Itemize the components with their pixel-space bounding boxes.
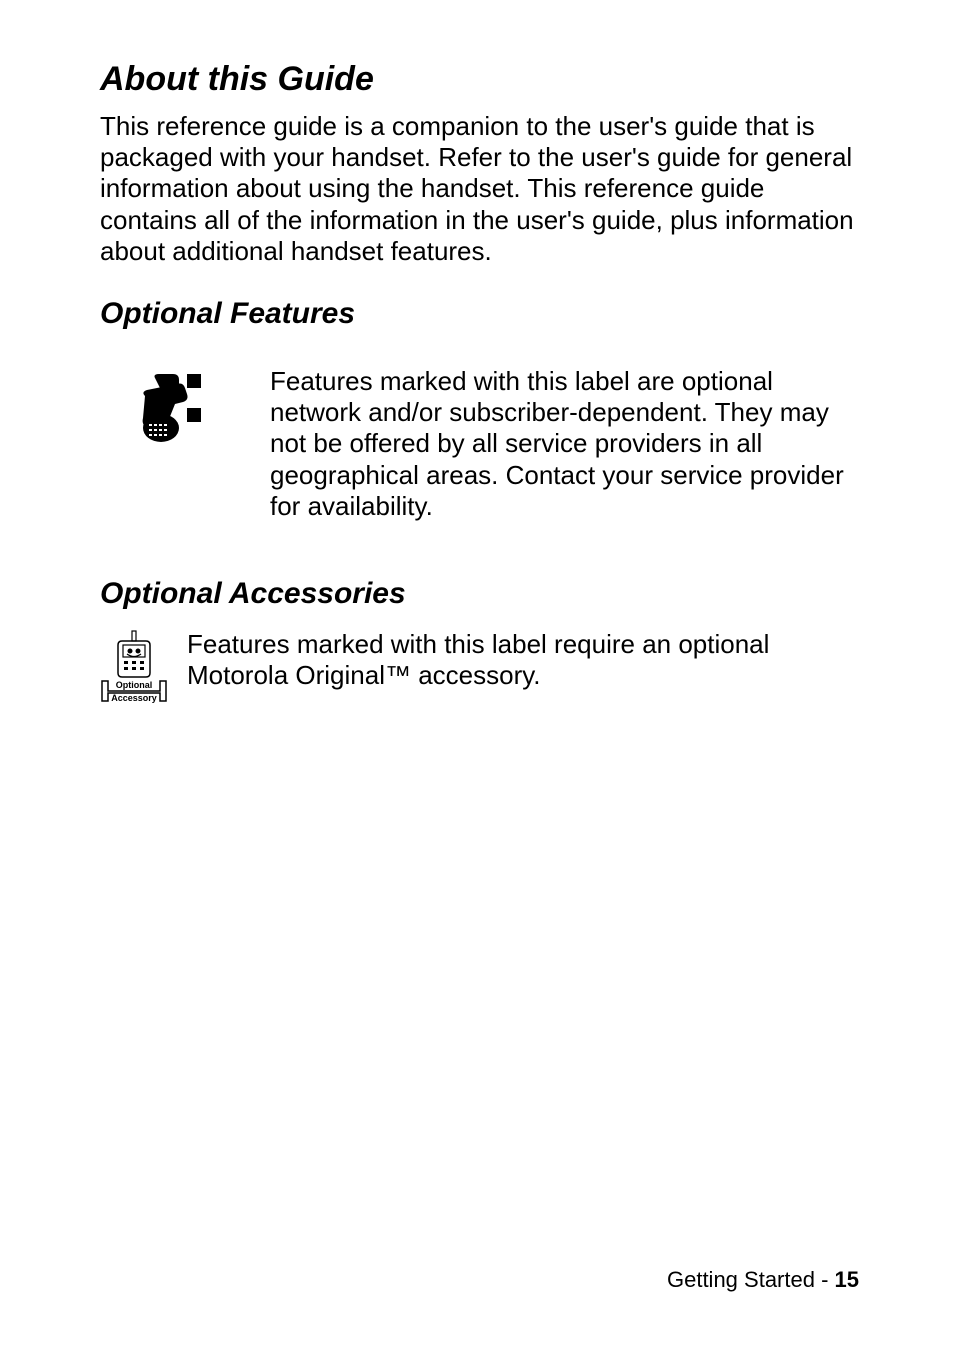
about-guide-heading: About this Guide — [100, 60, 859, 99]
optional-accessories-body: Features marked with this label require … — [187, 629, 859, 691]
svg-text:Optional: Optional — [116, 680, 153, 690]
optional-accessory-icon: Optional Accessory — [100, 629, 175, 714]
about-guide-body: This reference guide is a companion to t… — [100, 111, 859, 267]
optional-features-body: Features marked with this label are opti… — [270, 366, 859, 522]
optional-accessories-row: Optional Accessory Features marked with … — [100, 629, 859, 714]
optional-features-heading: Optional Features — [100, 297, 859, 331]
footer-section-name: Getting Started - — [667, 1267, 835, 1292]
optional-feature-icon — [100, 366, 250, 461]
optional-accessories-heading: Optional Accessories — [100, 577, 859, 611]
optional-features-row: Features marked with this label are opti… — [100, 366, 859, 522]
svg-text:Accessory: Accessory — [111, 693, 157, 703]
footer-page-number: 15 — [835, 1267, 859, 1292]
page-footer: Getting Started - 15 — [667, 1267, 859, 1293]
